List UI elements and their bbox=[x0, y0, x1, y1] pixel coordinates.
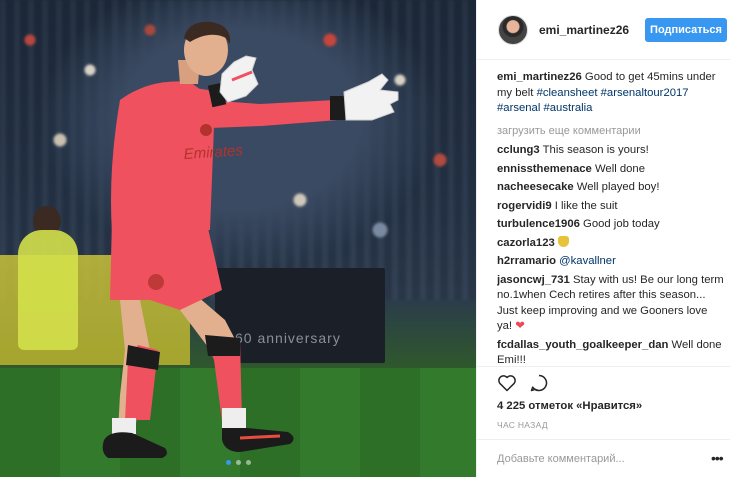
post-side-panel: emi_martinez26 Подписаться emi_martinez2… bbox=[476, 0, 730, 477]
hashtag-link[interactable]: #arsenal bbox=[497, 102, 540, 114]
carousel-dot-active[interactable] bbox=[226, 460, 231, 465]
follow-button[interactable]: Подписаться bbox=[645, 18, 727, 42]
comment-item: turbulence1906 Good job today bbox=[497, 217, 725, 233]
comment-item: ennissthemenace Well done bbox=[497, 162, 725, 178]
comment-username[interactable]: turbulence1906 bbox=[497, 218, 580, 230]
comment-text: Well done bbox=[594, 162, 645, 175]
caption-username[interactable]: emi_martinez26 bbox=[497, 71, 582, 83]
hashtag-link[interactable]: #arsenaltour2017 bbox=[601, 87, 689, 99]
comment-text: I like the suit bbox=[554, 199, 618, 212]
add-comment-input[interactable] bbox=[497, 450, 697, 468]
comment-username[interactable]: fcdallas_youth_goalkeeper_dan bbox=[497, 339, 668, 351]
heart-outline-icon[interactable] bbox=[497, 373, 517, 393]
comment-username[interactable]: cazorla123 bbox=[497, 237, 555, 249]
clapping-emoji-icon bbox=[557, 235, 569, 247]
comment-text: Well played boy! bbox=[576, 181, 660, 193]
comment-username[interactable]: cclung3 bbox=[497, 144, 540, 156]
shirt-sponsor-text: Emirates bbox=[183, 142, 244, 163]
header-username[interactable]: emi_martinez26 bbox=[539, 23, 629, 37]
comment-username[interactable]: h2rramario bbox=[497, 255, 556, 267]
more-dots-icon[interactable]: ••• bbox=[711, 450, 724, 466]
caption: emi_martinez26 Good to get 45mins under … bbox=[497, 70, 725, 117]
comment-item: fcdallas_youth_goalkeeper_dan Well done … bbox=[497, 338, 725, 366]
comments-section: emi_martinez26 Good to get 45mins under … bbox=[497, 70, 725, 365]
post-timestamp[interactable]: ЧАС НАЗАД bbox=[497, 420, 548, 430]
comment-item: rogervidi9 I like the suit bbox=[497, 199, 725, 215]
goalkeeper-figure: Emirates bbox=[102, 21, 399, 458]
hashtag-link[interactable]: #australia bbox=[543, 102, 592, 114]
avatar[interactable] bbox=[498, 15, 528, 45]
red-heart-icon: ❤ bbox=[515, 320, 525, 332]
comment-item: cazorla123 bbox=[497, 235, 725, 252]
post-photo[interactable]: 60 anniversary Emirates bbox=[0, 0, 476, 477]
carousel-dot[interactable] bbox=[246, 460, 251, 465]
comment-item: h2rramario @kavallner bbox=[497, 254, 725, 270]
comment-username[interactable]: rogervidi9 bbox=[497, 200, 552, 212]
hashtag-link[interactable]: #cleansheet bbox=[537, 87, 598, 99]
comment-item: jasoncwj_731 Stay with us! Be our long t… bbox=[497, 273, 725, 335]
comment-username[interactable]: ennissthemenace bbox=[497, 163, 592, 175]
comment-mention[interactable]: @kavallner bbox=[559, 255, 616, 267]
comment-username[interactable]: jasoncwj_731 bbox=[497, 274, 570, 286]
post-actions: 4 225 отметок «Нравится» ЧАС НАЗАД ••• bbox=[477, 366, 730, 477]
add-comment-bar: ••• bbox=[477, 439, 730, 477]
comment-text: Good job today bbox=[583, 218, 660, 230]
carousel-dots bbox=[226, 460, 251, 465]
likes-count[interactable]: 4 225 отметок «Нравится» bbox=[497, 400, 642, 412]
comment-text: This season is yours! bbox=[542, 144, 649, 156]
comment-bubble-icon[interactable] bbox=[529, 373, 549, 393]
comment-item: nacheesecake Well played boy! bbox=[497, 180, 725, 196]
post-header: emi_martinez26 Подписаться bbox=[477, 0, 730, 60]
carousel-dot[interactable] bbox=[236, 460, 241, 465]
comment-username[interactable]: nacheesecake bbox=[497, 181, 574, 193]
comment-item: cclung3 This season is yours! bbox=[497, 143, 725, 159]
load-more-comments-link[interactable]: загрузить еще комментарии bbox=[497, 124, 725, 140]
